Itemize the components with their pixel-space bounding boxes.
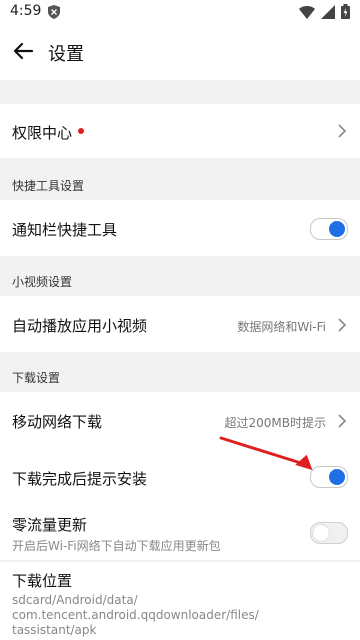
autoplay-row[interactable]: 自动播放应用小视频 数据网络和Wi-Fi — [0, 296, 360, 352]
download-location-label: 下载位置 — [12, 572, 73, 590]
back-arrow-icon[interactable] — [12, 40, 34, 66]
status-time: 4:59 — [10, 3, 42, 19]
section-title: 小视频设置 — [12, 275, 73, 289]
install-prompt-row[interactable]: 下载完成后提示安装 — [0, 448, 360, 504]
chevron-right-icon — [338, 413, 347, 432]
zero-traffic-subtitle: 开启后Wi-Fi网络下自动下载应用更新包 — [12, 539, 221, 553]
install-prompt-toggle[interactable] — [310, 466, 348, 488]
mobile-download-value: 超过200MB时提示 — [224, 416, 327, 430]
notif-tools-row[interactable]: 通知栏快捷工具 — [0, 200, 360, 256]
battery-icon — [341, 4, 350, 23]
zero-traffic-toggle[interactable] — [310, 522, 348, 544]
signal-icon — [321, 4, 335, 23]
download-location-row[interactable]: 下载位置 sdcard/Android/data/ com.tencent.an… — [0, 562, 360, 640]
zero-traffic-row[interactable]: 零流量更新 开启后Wi-Fi网络下自动下载应用更新包 — [0, 504, 360, 560]
permission-center-row[interactable]: 权限中心 — [0, 104, 360, 158]
mobile-download-row[interactable]: 移动网络下载 超过200MB时提示 — [0, 392, 360, 448]
shield-icon — [48, 4, 60, 23]
chevron-right-icon — [338, 317, 347, 336]
section-download: 下载设置 — [0, 360, 360, 392]
status-bar: 4:59 — [0, 0, 360, 24]
red-dot-badge — [78, 128, 85, 134]
section-title: 快捷工具设置 — [12, 179, 85, 193]
notif-tools-toggle[interactable] — [310, 218, 348, 240]
autoplay-label: 自动播放应用小视频 — [12, 317, 148, 335]
download-path-line: com.tencent.android.qqdownloader/files/ — [12, 608, 259, 622]
section-title: 下载设置 — [12, 371, 61, 385]
permission-center-label: 权限中心 — [12, 122, 85, 143]
download-path-line: tassistant/apk — [12, 623, 97, 637]
chevron-right-icon — [338, 123, 347, 142]
page-title: 设置 — [48, 44, 84, 65]
mobile-download-label: 移动网络下载 — [12, 413, 103, 431]
section-mini-video: 小视频设置 — [0, 264, 360, 296]
notif-tools-label: 通知栏快捷工具 — [12, 221, 118, 239]
app-header: 设置 — [0, 24, 360, 80]
wifi-icon — [299, 4, 315, 23]
zero-traffic-label: 零流量更新 — [12, 516, 88, 534]
install-prompt-label: 下载完成后提示安装 — [12, 470, 148, 488]
autoplay-value: 数据网络和Wi-Fi — [237, 320, 326, 334]
download-path-line: sdcard/Android/data/ — [12, 593, 138, 607]
section-quick-tools: 快捷工具设置 — [0, 168, 360, 200]
